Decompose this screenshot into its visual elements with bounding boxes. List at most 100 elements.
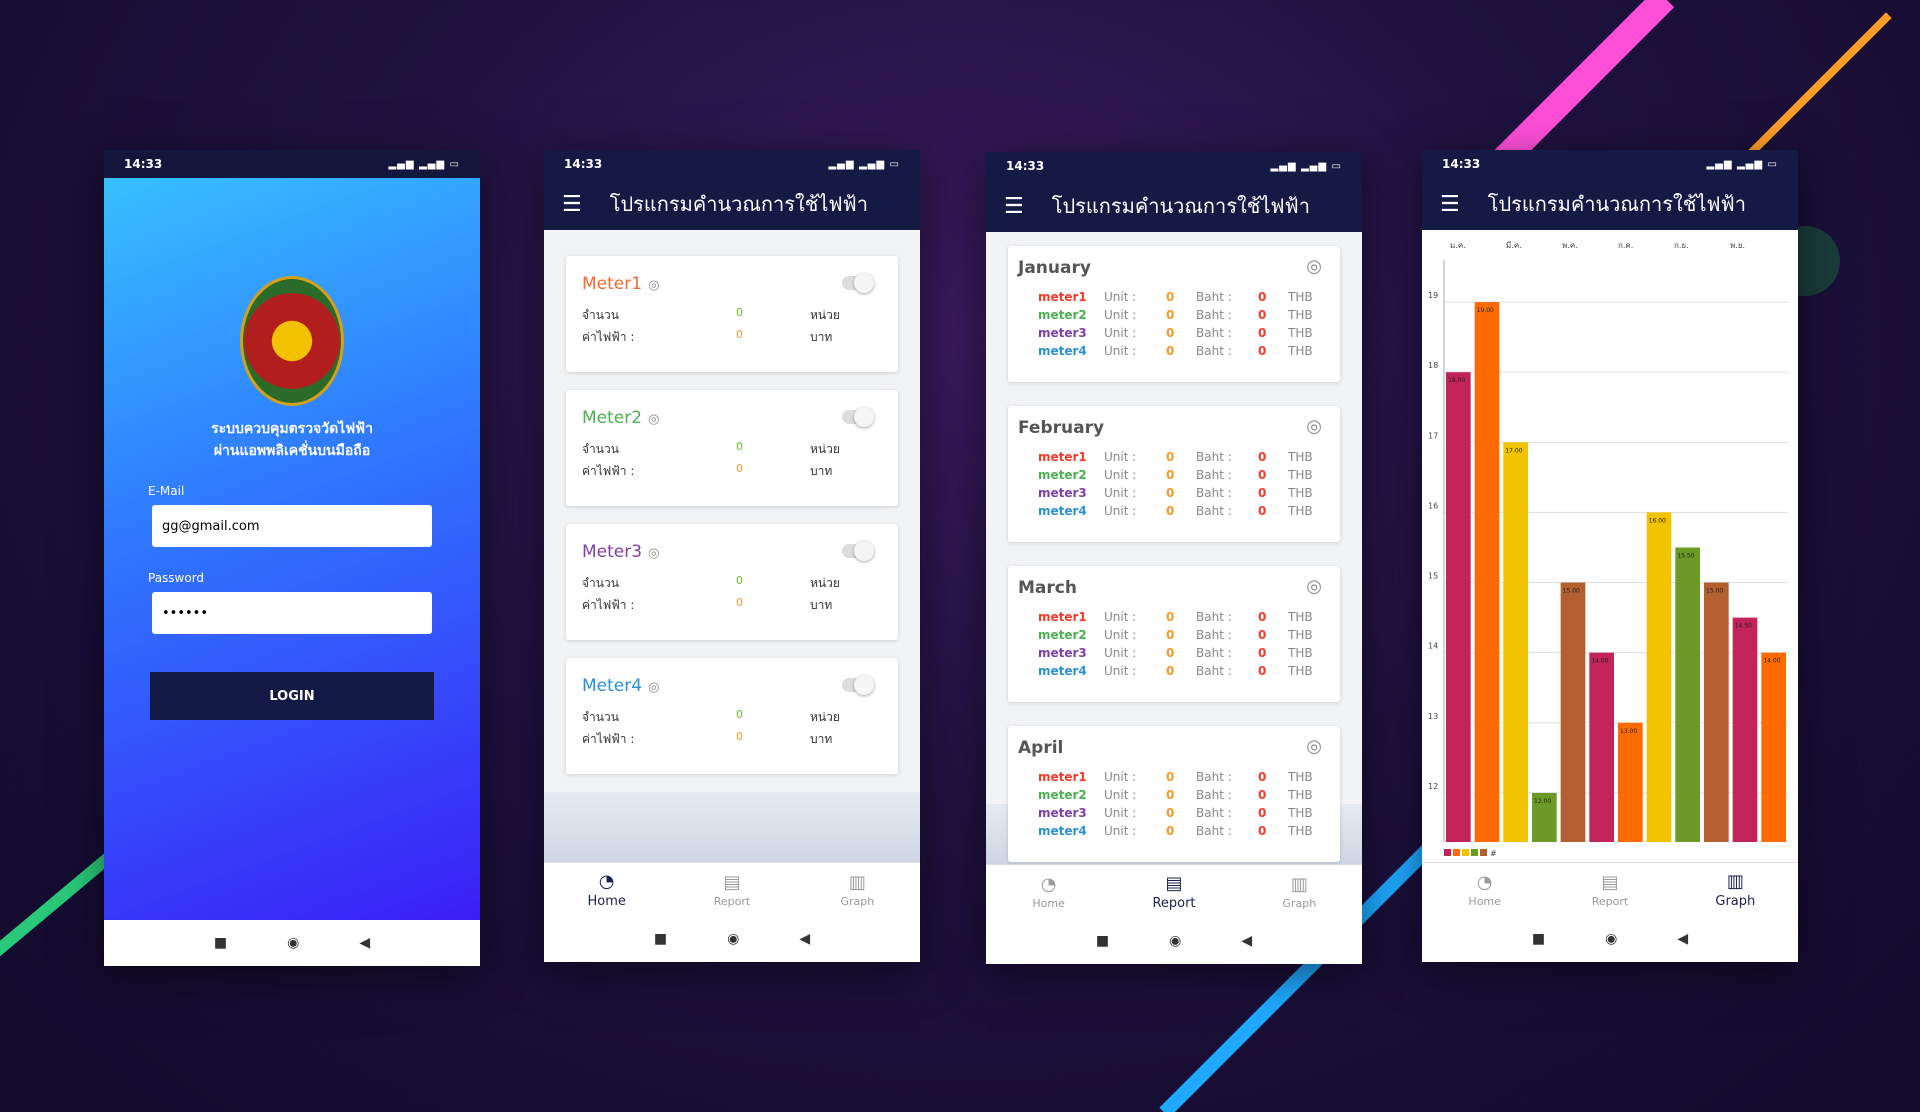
baht-label: Baht : [1196,450,1232,464]
meter-toggle[interactable] [842,675,874,695]
bar-value-label: 14.50 [1735,623,1752,630]
qty-unit: หน่วย [810,308,840,322]
baht-label: Baht : [1196,628,1232,642]
currency: THB [1288,806,1313,820]
back-button[interactable]: ◀ [1241,933,1252,949]
currency: THB [1288,504,1313,518]
unit-value: 0 [1166,806,1175,820]
baht-value: 0 [1258,628,1267,642]
cost-unit: บาท [810,330,833,344]
month-label: ก.ย. [1674,241,1689,250]
meter-name: Meter1 [582,274,643,294]
home-system-button[interactable]: ◉ [1169,933,1181,949]
report-icon: ▤ [1601,871,1619,893]
meter-card-4[interactable]: Meter4 ◎ จำนวน ค่าไฟฟ้า : 0 0 หน่วย บาท [566,658,898,774]
meter-toggle[interactable] [842,541,874,561]
bottom-nav: ◔ Home ▤ Report ▥ Graph [986,864,1362,918]
city-skyline-illustration [544,792,920,862]
qty-unit: หน่วย [810,576,840,590]
nav-home[interactable]: ◔ Home [986,865,1111,918]
target-icon: ◎ [1306,576,1322,597]
target-icon: ◎ [1306,416,1322,437]
password-field[interactable] [152,592,432,634]
recent-apps-button[interactable]: ■ [214,935,227,951]
login-button[interactable]: LOGIN [150,672,434,720]
target-icon: ◎ [1306,736,1322,757]
legend-swatch [1453,849,1460,856]
unit-label: Unit : [1104,290,1137,304]
system-nav-bar: ■ ◉ ◀ [986,918,1362,964]
email-field[interactable] [152,505,432,547]
back-button[interactable]: ◀ [799,931,810,947]
menu-icon[interactable]: ☰ [562,192,582,217]
currency: THB [1288,468,1313,482]
report-row: meter1 Unit : 0 Baht : 0 THB [1038,610,1328,624]
y-tick-label: 18 [1428,361,1438,370]
meter-name: Meter3 [582,542,643,562]
bar [1761,652,1786,842]
nav-graph[interactable]: ▥ Graph [795,863,920,916]
speedometer-icon: ◔ [1040,873,1057,895]
recent-apps-button[interactable]: ■ [654,931,667,947]
baht-value: 0 [1258,770,1267,784]
nav-report[interactable]: ▤ Report [669,863,794,916]
nav-home[interactable]: ◔ Home [1422,863,1547,916]
nav-report[interactable]: ▤ Report [1547,863,1672,916]
bar-value-label: 18.00 [1448,377,1465,384]
bar-value-label: 12.00 [1534,798,1551,805]
bar [1675,547,1700,842]
currency: THB [1288,450,1313,464]
speedometer-icon: ◔ [1476,871,1493,893]
cost-unit: บาท [810,464,833,478]
meter-card-3[interactable]: Meter3 ◎ จำนวน ค่าไฟฟ้า : 0 0 หน่วย บาท [566,524,898,640]
home-system-button[interactable]: ◉ [287,935,299,951]
menu-icon[interactable]: ☰ [1004,194,1024,219]
meter-card-2[interactable]: Meter2 ◎ จำนวน ค่าไฟฟ้า : 0 0 หน่วย บาท [566,390,898,506]
bar [1732,617,1758,842]
signal-battery-icon: ▂▄▆ ▂▄▆ ▭ [1270,160,1342,172]
app-title: โปรแกรมคำนวณการใช้ไฟฟ้า [1051,194,1310,218]
back-button[interactable]: ◀ [359,935,370,951]
bar [1618,722,1643,842]
y-tick-label: 13 [1428,712,1438,721]
bar [1560,582,1586,842]
qty-unit: หน่วย [810,442,840,456]
recent-apps-button[interactable]: ■ [1532,931,1545,947]
baht-value: 0 [1258,646,1267,660]
y-tick-label: 16 [1428,501,1438,510]
y-tick-label: 15 [1428,572,1438,581]
back-button[interactable]: ◀ [1677,931,1688,947]
meter-toggle[interactable] [842,407,874,427]
month-card-march[interactable]: March ◎ meter1 Unit : 0 Baht : 0 THB meter2 Unit … [1008,566,1340,702]
month-card-february[interactable]: February ◎ meter1 Unit : 0 Baht : 0 THB meter2 Un… [1008,406,1340,542]
meter-name: Meter2 [582,408,643,428]
month-title: February [1018,418,1105,438]
status-time: 14:33 [1006,159,1045,173]
month-card-january[interactable]: January ◎ meter1 Unit : 0 Baht : 0 THB meter2 Uni… [1008,246,1340,382]
unit-value: 0 [1166,610,1175,624]
qty-value: 0 [736,440,743,453]
baht-label: Baht : [1196,646,1232,660]
month-title: March [1018,578,1077,598]
month-card-april[interactable]: April ◎ meter1 Unit : 0 Baht : 0 THB meter2 Unit … [1008,726,1340,862]
meter-name: meter3 [1038,326,1087,340]
meter-toggle[interactable] [842,273,874,293]
home-system-button[interactable]: ◉ [1605,931,1617,947]
graph-icon: ▥ [1290,873,1308,895]
nav-report[interactable]: ▤ Report [1111,865,1236,918]
meter-name: meter4 [1038,344,1087,358]
nav-home-label: Home [587,893,626,909]
meter-card-1[interactable]: Meter1 ◎ จำนวน ค่าไฟฟ้า : 0 0 หน่วย บาท [566,256,898,372]
unit-value: 0 [1166,628,1175,642]
recent-apps-button[interactable]: ■ [1096,933,1109,949]
menu-icon[interactable]: ☰ [1440,192,1460,217]
nav-home[interactable]: ◔ Home [544,863,669,916]
password-label: Password [148,571,205,585]
home-system-button[interactable]: ◉ [727,931,739,947]
unit-label: Unit : [1104,326,1137,340]
month-label: มี.ค. [1506,241,1522,250]
legend-swatch [1444,849,1451,856]
report-row: meter2 Unit : 0 Baht : 0 THB [1038,308,1328,322]
nav-graph[interactable]: ▥ Graph [1673,863,1798,916]
nav-graph[interactable]: ▥ Graph [1237,865,1362,918]
